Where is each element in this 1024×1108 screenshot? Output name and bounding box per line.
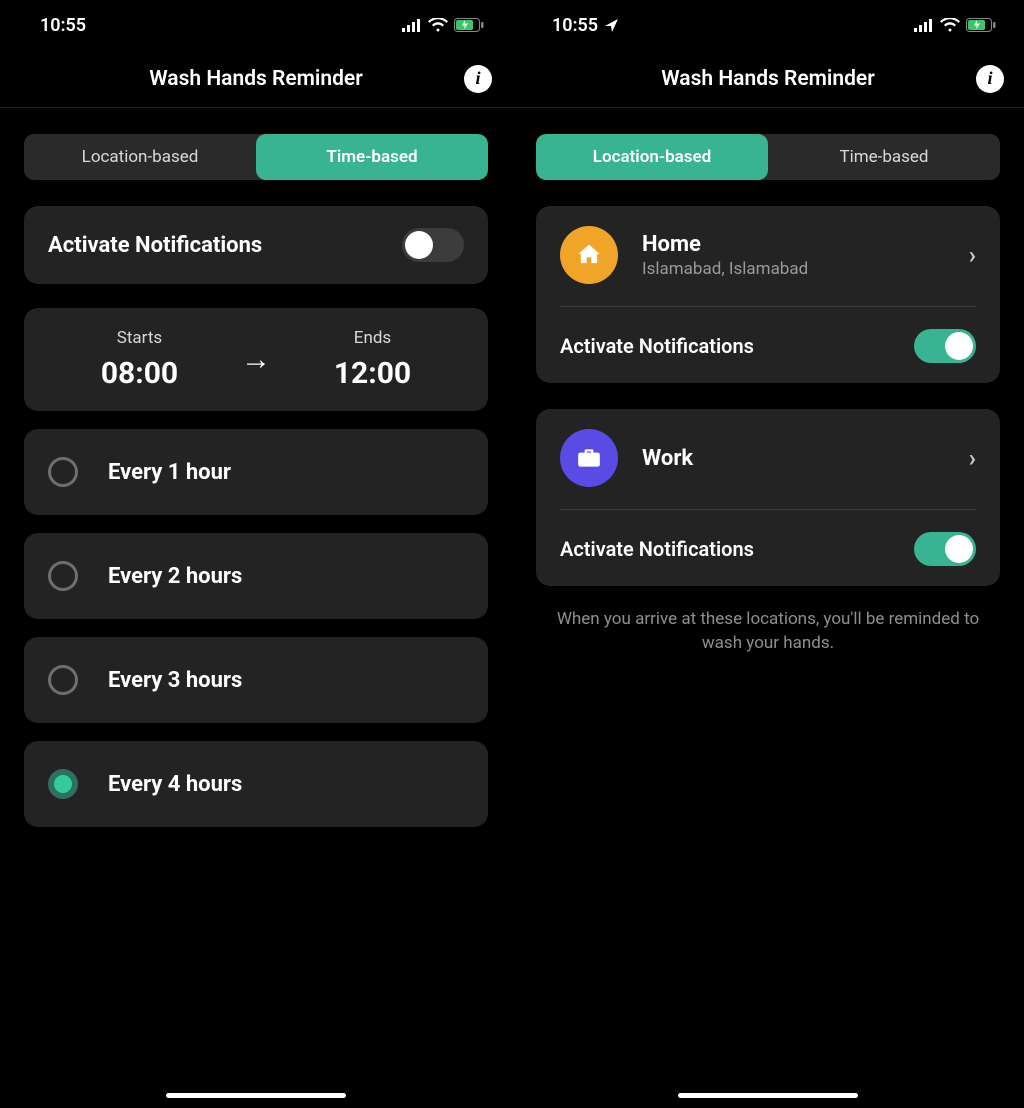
page-title: Wash Hands Reminder <box>149 67 363 91</box>
battery-charging-icon <box>454 18 484 32</box>
status-time: 10:55 <box>40 15 86 36</box>
tab-location-based[interactable]: Location-based <box>24 134 256 180</box>
tab-time-based[interactable]: Time-based <box>256 134 488 180</box>
radio-icon[interactable] <box>48 457 78 487</box>
info-button[interactable]: i <box>464 65 492 93</box>
tab-location-based[interactable]: Location-based <box>536 134 768 180</box>
location-row[interactable]: HomeIslamabad, Islamabad › <box>560 226 976 307</box>
interval-option-label: Every 3 hours <box>108 668 242 693</box>
activate-notifications-toggle[interactable] <box>914 532 976 566</box>
interval-option[interactable]: Every 4 hours <box>24 741 488 827</box>
activate-notifications-label: Activate Notifications <box>48 233 262 258</box>
ends-label: Ends <box>354 328 391 348</box>
home-indicator[interactable] <box>166 1093 346 1098</box>
status-bar: 10:55 <box>512 0 1024 50</box>
location-subtitle: Islamabad, Islamabad <box>642 259 945 279</box>
location-title: Home <box>642 232 945 257</box>
cellular-signal-icon <box>914 19 934 32</box>
radio-icon[interactable] <box>48 561 78 591</box>
interval-option[interactable]: Every 3 hours <box>24 637 488 723</box>
location-card: HomeIslamabad, Islamabad › Activate Notifi… <box>536 206 1000 383</box>
wifi-icon <box>940 18 960 32</box>
work-icon <box>560 429 618 487</box>
activate-notifications-label: Activate Notifications <box>560 537 754 561</box>
phone-right: 10:55 Wash Hands Reminder i Location-bas… <box>512 0 1024 1108</box>
battery-charging-icon <box>966 18 996 32</box>
phone-left: 10:55 Wash Hands Reminder i Location-bas… <box>0 0 512 1108</box>
chevron-right-icon: › <box>969 444 976 472</box>
radio-icon[interactable] <box>48 665 78 695</box>
location-arrow-icon <box>604 18 619 33</box>
ends-value: 12:00 <box>334 356 411 391</box>
location-row[interactable]: Work › <box>560 429 976 510</box>
tab-bar: Location-based Time-based <box>24 134 488 180</box>
status-time: 10:55 <box>552 15 598 36</box>
chevron-right-icon: › <box>969 241 976 269</box>
info-button[interactable]: i <box>976 65 1004 93</box>
tab-bar: Location-based Time-based <box>536 134 1000 180</box>
interval-option-label: Every 1 hour <box>108 460 231 485</box>
home-indicator[interactable] <box>678 1093 858 1098</box>
time-range-card[interactable]: Starts 08:00 → Ends 12:00 <box>24 308 488 411</box>
tab-time-based[interactable]: Time-based <box>768 134 1000 180</box>
interval-option[interactable]: Every 1 hour <box>24 429 488 515</box>
starts-value: 08:00 <box>101 356 178 391</box>
location-title: Work <box>642 446 945 471</box>
radio-icon[interactable] <box>48 769 78 799</box>
home-icon <box>560 226 618 284</box>
activate-notifications-toggle[interactable] <box>402 228 464 262</box>
page-header: Wash Hands Reminder i <box>512 50 1024 108</box>
page-title: Wash Hands Reminder <box>661 67 875 91</box>
activate-notifications-card: Activate Notifications <box>24 206 488 284</box>
arrow-right-icon: → <box>231 342 281 377</box>
activate-notifications-label: Activate Notifications <box>560 334 754 358</box>
activate-notifications-toggle[interactable] <box>914 329 976 363</box>
interval-option[interactable]: Every 2 hours <box>24 533 488 619</box>
cellular-signal-icon <box>402 19 422 32</box>
status-bar: 10:55 <box>0 0 512 50</box>
page-header: Wash Hands Reminder i <box>0 50 512 108</box>
starts-label: Starts <box>117 328 162 348</box>
interval-option-label: Every 2 hours <box>108 564 242 589</box>
interval-option-label: Every 4 hours <box>108 772 242 797</box>
location-card: Work › Activate Notifications <box>536 409 1000 586</box>
wifi-icon <box>428 18 448 32</box>
footer-hint: When you arrive at these locations, you'… <box>536 586 1000 656</box>
